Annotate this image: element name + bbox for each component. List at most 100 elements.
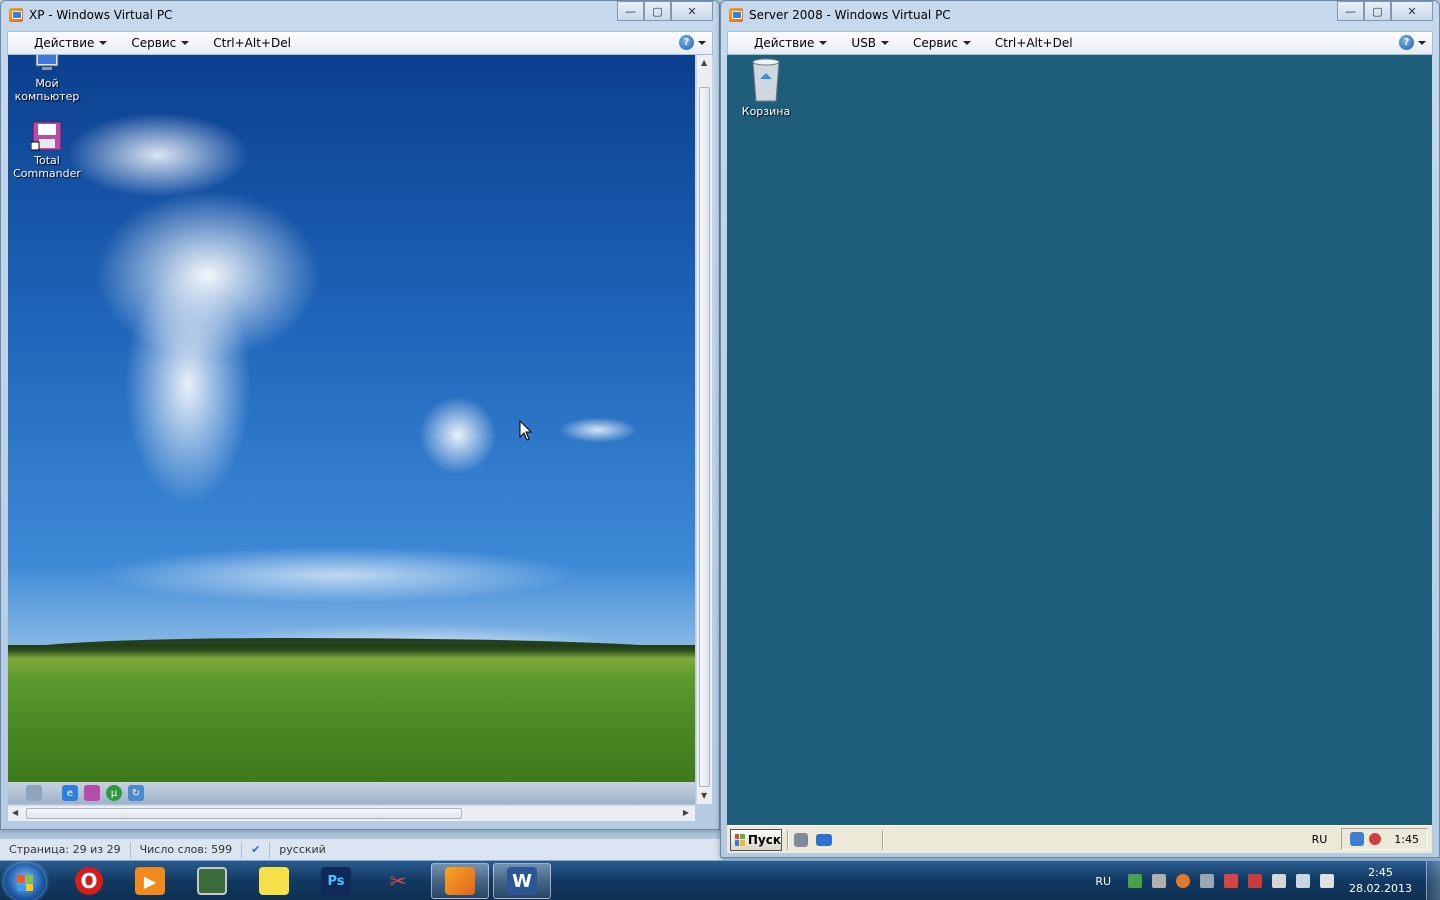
network-icon[interactable] (1350, 832, 1365, 846)
scroll-thumb[interactable] (26, 808, 462, 819)
server-manager-icon[interactable] (794, 832, 808, 847)
desktop-icon-total-commander[interactable]: Total Commander (12, 120, 82, 180)
help-icon: ? (679, 35, 694, 50)
xp-vertical-scrollbar[interactable]: ▲ ▼ (696, 55, 712, 804)
caret-down-icon (99, 41, 108, 45)
scroll-right-icon[interactable]: ▶ (683, 808, 689, 817)
mouse-cursor-icon (519, 420, 533, 441)
taskbar-paint[interactable] (245, 863, 303, 899)
xp-horizontal-scrollbar[interactable]: ◀ ▶ (8, 805, 695, 821)
menu-service[interactable]: Сервис (901, 32, 983, 54)
host-taskbar: O ▶ Ps ✂ W RU 2:45 28.02.2013 (0, 860, 1440, 900)
menu-action[interactable]: Действие (22, 32, 119, 54)
app-icon[interactable] (1176, 874, 1191, 888)
close-button[interactable]: ✕ (671, 1, 713, 21)
desktop-icon-label: Total Commander (13, 154, 81, 180)
caret-down-icon (881, 41, 890, 45)
menu-ctrl-alt-del[interactable]: Ctrl+Alt+Del (201, 32, 303, 54)
taskbar-media-player[interactable]: ▶ (121, 863, 179, 899)
close-button[interactable]: ✕ (1391, 1, 1433, 21)
menu-usb-label: USB (851, 36, 877, 50)
media-player-icon: ▶ (135, 867, 165, 895)
monitor-tray-icon[interactable] (1200, 874, 1215, 888)
minimize-button[interactable]: — (617, 1, 644, 21)
taskbar-virtual-pc[interactable] (431, 863, 489, 899)
scroll-down-icon[interactable]: ▼ (701, 791, 707, 800)
windows-flag-icon (735, 833, 745, 846)
menu-ctrl-alt-del-label: Ctrl+Alt+Del (213, 36, 291, 50)
xp-menubar: Действие Сервис Ctrl+Alt+Del ? (7, 31, 713, 55)
speaker-icon[interactable] (1224, 874, 1239, 888)
caret-down-icon (1418, 40, 1426, 45)
photoshop-icon: Ps (321, 867, 351, 895)
refresh-icon[interactable]: ↻ (128, 785, 144, 801)
show-desktop-button[interactable] (1426, 861, 1440, 900)
opera-icon: O (75, 867, 103, 895)
menu-service[interactable]: Сервис (119, 32, 201, 54)
scissors-icon: ✂ (389, 869, 407, 893)
taskbar-opera[interactable]: O (60, 863, 118, 899)
host-language[interactable]: RU (1095, 875, 1111, 888)
minimize-button[interactable]: — (1337, 1, 1364, 21)
flag-icon[interactable] (1248, 874, 1263, 888)
taskbar-photoshop[interactable]: Ps (307, 863, 365, 899)
caret-down-icon (962, 41, 971, 45)
server-start-button[interactable]: Пуск (730, 828, 782, 851)
scroll-thumb[interactable] (699, 87, 710, 787)
server-language[interactable]: RU (1304, 828, 1336, 850)
scroll-up-icon[interactable]: ▲ (701, 58, 707, 67)
usb-icon[interactable] (1152, 874, 1167, 888)
network-icon[interactable] (1296, 874, 1311, 888)
clipboard-icon[interactable] (1272, 874, 1287, 888)
caret-down-icon (819, 41, 828, 45)
word-status-bar: Страница: 29 из 29 Число слов: 599 ✔ рус… (0, 838, 722, 860)
volume-muted-icon[interactable] (1369, 833, 1382, 845)
host-clock[interactable]: 2:45 28.02.2013 (1349, 865, 1412, 897)
security-icon[interactable] (1128, 874, 1143, 888)
show-desktop-icon[interactable] (816, 833, 832, 846)
xp-titlebar[interactable]: XP - Windows Virtual PC (1, 1, 719, 29)
host-tray: RU 2:45 28.02.2013 (1095, 861, 1440, 900)
word-icon: W (507, 867, 537, 895)
maximize-button[interactable]: ▢ (1364, 1, 1391, 21)
maximize-button[interactable]: ▢ (644, 1, 671, 21)
desktop-icon-label: Мой компьютер (14, 77, 80, 103)
xp-desktop[interactable]: Мой компьютер Total Commander (8, 55, 695, 782)
menu-usb[interactable]: USB (839, 32, 901, 54)
desktop-icon-my-computer[interactable]: Мой компьютер (12, 55, 82, 103)
server-notification-area: 1:45 (1341, 828, 1428, 850)
desktop-icon-recycle-bin[interactable]: Корзина (731, 57, 801, 118)
scroll-left-icon[interactable]: ◀ (12, 808, 18, 817)
host-start-button[interactable] (4, 863, 46, 900)
start-label: Пуск (747, 832, 781, 847)
utorrent-icon[interactable]: µ (106, 785, 122, 801)
menu-ctrl-alt-del[interactable]: Ctrl+Alt+Del (983, 32, 1085, 54)
page-count[interactable]: Страница: 29 из 29 (0, 841, 131, 858)
virtual-pc-icon (445, 867, 475, 895)
server-clock[interactable]: 1:45 (1394, 833, 1419, 846)
server-titlebar[interactable]: Server 2008 - Windows Virtual PC (721, 1, 1439, 29)
volume-icon[interactable] (1320, 874, 1335, 888)
taskbar-word[interactable]: W (493, 863, 551, 899)
menu-action-label: Действие (754, 36, 815, 50)
separator (882, 829, 884, 850)
xp-window-title: XP - Windows Virtual PC (29, 8, 173, 22)
taskbar-monitor[interactable] (183, 863, 241, 899)
help-button[interactable]: ? (1399, 35, 1426, 50)
xp-quick-launch-bar: e µ ↻ (8, 782, 695, 804)
server-tray: RU 1:45 (1304, 828, 1428, 850)
help-button[interactable]: ? (679, 35, 706, 50)
menu-action[interactable]: Действие (742, 32, 839, 54)
spellcheck-icon: ✔ (251, 842, 261, 856)
internet-explorer-icon[interactable]: e (62, 785, 78, 801)
spellcheck-status[interactable]: ✔ (242, 841, 271, 858)
windows-logo-icon[interactable] (26, 785, 42, 801)
server-desktop[interactable]: Корзина (727, 55, 1432, 825)
floppy-icon[interactable] (84, 785, 100, 801)
word-count[interactable]: Число слов: 599 (131, 841, 243, 858)
document-language[interactable]: русский (270, 842, 335, 858)
taskbar-snipping-tool[interactable]: ✂ (369, 863, 427, 899)
virtual-pc-icon (9, 8, 23, 22)
caret-down-icon (698, 40, 706, 45)
server-window-controls: — ▢ ✕ (1337, 1, 1433, 21)
